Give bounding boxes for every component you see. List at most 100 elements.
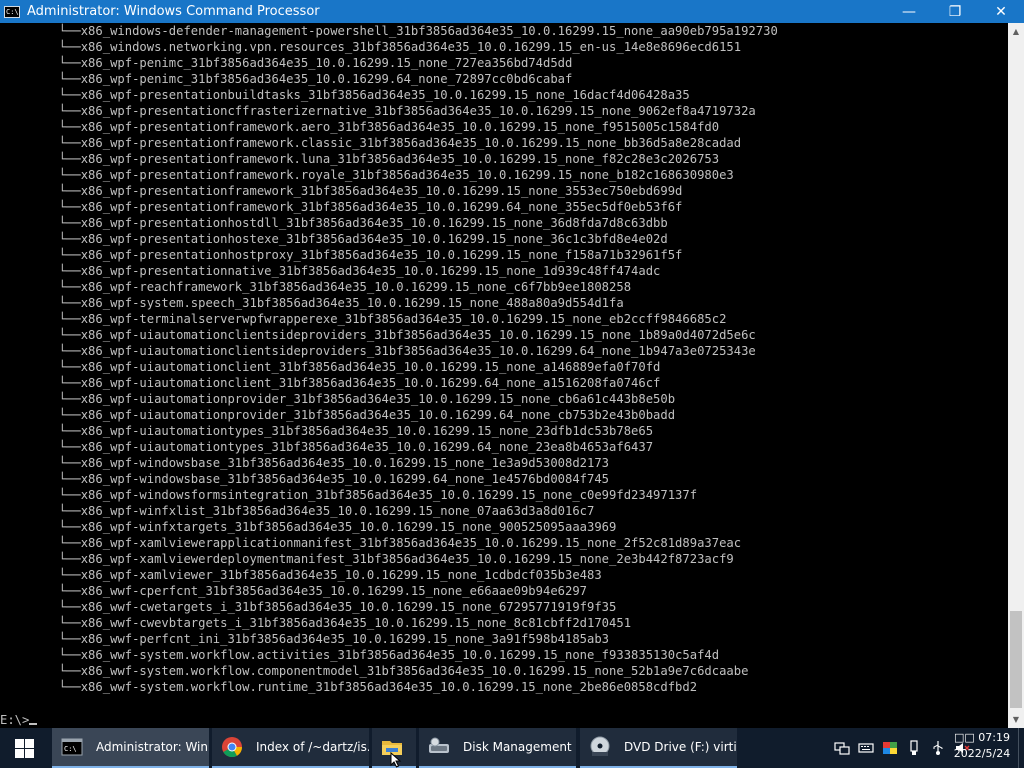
console-line-text: x86_wpf-presentationnative_31bf3856ad364… [80, 264, 661, 278]
console-line-text: x86_wwf-system.workflow.activities_31bf3… [80, 648, 720, 662]
console-line: └──x86_wwf-cperfcnt_31bf3856ad364e35_10.… [0, 583, 1008, 599]
console-line-text: x86_wpf-windowsbase_31bf3856ad364e35_10.… [80, 472, 610, 486]
console-line: └──x86_windows.networking.vpn.resources_… [0, 39, 1008, 55]
tree-prefix: └── [0, 88, 81, 102]
tree-prefix: └── [0, 440, 81, 454]
tree-prefix: └── [0, 392, 81, 406]
tree-prefix: └── [0, 40, 81, 54]
tree-prefix: └── [0, 24, 81, 38]
cmd-app-icon: C:\ [4, 5, 20, 18]
console-line: └──x86_wpf-presentationframework_31bf385… [0, 199, 1008, 215]
console-line: └──x86_wpf-xamlviewerapplicationmanifest… [0, 535, 1008, 551]
tree-prefix: └── [0, 408, 81, 422]
disk-management-icon [429, 737, 449, 753]
console-line: └──x86_wpf-presentationframework.aero_31… [0, 119, 1008, 135]
maximize-button[interactable]: ❐ [932, 0, 978, 23]
minimize-button[interactable]: — [886, 0, 932, 23]
console-line-text: x86_wpf-presentationhostproxy_31bf3856ad… [80, 248, 683, 262]
tree-prefix: └── [0, 56, 81, 70]
text-cursor [29, 723, 38, 725]
console-line: └──x86_wpf-presentationhostdll_31bf3856a… [0, 215, 1008, 231]
console-line-text: x86_wpf-windowsformsintegration_31bf3856… [80, 488, 698, 502]
keyboard-icon[interactable] [858, 740, 874, 756]
scroll-up-arrow-icon[interactable]: ▲ [1008, 23, 1024, 40]
tree-prefix: └── [0, 584, 81, 598]
usb-device-icon[interactable] [930, 740, 946, 756]
console-line: └──x86_wpf-presentationframework.classic… [0, 135, 1008, 151]
tree-prefix: └── [0, 616, 81, 630]
console-line: └──x86_wpf-winfxlist_31bf3856ad364e35_10… [0, 503, 1008, 519]
tree-prefix: └── [0, 424, 81, 438]
console-line: └──x86_wpf-presentationframework_31bf385… [0, 183, 1008, 199]
dvd-drive-icon [590, 736, 610, 756]
scrollbar-thumb[interactable] [1010, 611, 1022, 708]
console-line-text: x86_wpf-uiautomationprovider_31bf3856ad3… [80, 408, 676, 422]
console-line-text: x86_wpf-uiautomationtypes_31bf3856ad364e… [80, 424, 654, 438]
console-line: └──x86_wpf-presentationnative_31bf3856ad… [0, 263, 1008, 279]
window-title: Administrator: Windows Command Processor [27, 4, 320, 19]
taskbar-item-label: Index of /~dartz/is... [256, 740, 369, 754]
system-clock[interactable]: □□ 07:19 2022/5/24 [950, 730, 1014, 762]
show-desktop-button[interactable] [1018, 728, 1024, 768]
tree-prefix: └── [0, 72, 81, 86]
console-line: └──x86_wpf-windowsbase_31bf3856ad364e35_… [0, 471, 1008, 487]
tree-prefix: └── [0, 344, 81, 358]
console-line-text: x86_wpf-uiautomationclientsideproviders_… [80, 344, 756, 358]
console-line: └──x86_wpf-presentationbuildtasks_31bf38… [0, 87, 1008, 103]
console-line: └──x86_wpf-penimc_31bf3856ad364e35_10.0.… [0, 55, 1008, 71]
console-line-text: x86_wpf-xamlviewerapplicationmanifest_31… [80, 536, 742, 550]
tree-prefix: └── [0, 456, 81, 470]
console-line: └──x86_wpf-presentationframework.luna_31… [0, 151, 1008, 167]
tree-prefix: └── [0, 264, 81, 278]
tree-prefix: └── [0, 296, 81, 310]
taskbar-item-disk-management[interactable]: Disk Management [419, 728, 576, 768]
taskbar-item-dvd-drive[interactable]: DVD Drive (F:) virtio... [580, 728, 737, 768]
console-line: └──x86_wwf-cwevbtargets_i_31bf3856ad364e… [0, 615, 1008, 631]
prompt-text: E:\> [0, 713, 30, 727]
tree-prefix: └── [0, 648, 81, 662]
tree-prefix: └── [0, 568, 81, 582]
console-line-text: x86_wpf-uiautomationclientsideproviders_… [80, 328, 756, 342]
console-line: └──x86_wpf-presentationcffrasterizernati… [0, 103, 1008, 119]
taskbar-item-label: DVD Drive (F:) virtio... [624, 740, 737, 754]
console-line-text: x86_wpf-terminalserverwpfwrapperexe_31bf… [80, 312, 727, 326]
console-line: └──x86_wwf-system.workflow.activities_31… [0, 647, 1008, 663]
clock-time: □□ 07:19 [954, 731, 1010, 744]
console-line-text: x86_wwf-perfcnt_ini_31bf3856ad364e35_10.… [80, 632, 610, 646]
console-line: └──x86_wwf-perfcnt_ini_31bf3856ad364e35_… [0, 631, 1008, 647]
taskbar-item-chrome[interactable]: Index of /~dartz/is... [212, 728, 369, 768]
tree-prefix: └── [0, 152, 81, 166]
tree-prefix: └── [0, 520, 81, 534]
start-button[interactable] [0, 728, 48, 768]
usb-icon[interactable] [906, 740, 922, 756]
network-icon[interactable] [834, 740, 850, 756]
command-prompt[interactable]: E:\> [0, 712, 38, 728]
taskbar-item-label: Administrator: Win... [96, 740, 209, 754]
console-line-text: x86_wpf-presentationframework.aero_31bf3… [80, 120, 720, 134]
console-line-text: x86_wpf-system.speech_31bf3856ad364e35_1… [80, 296, 624, 310]
console-line-text: x86_wpf-winfxtargets_31bf3856ad364e35_10… [80, 520, 617, 534]
console-line-text: x86_wpf-xamlviewerdeploymentmanifest_31b… [80, 552, 734, 566]
console-line: └──x86_wpf-xamlviewerdeploymentmanifest_… [0, 551, 1008, 567]
close-button[interactable]: ✕ [978, 0, 1024, 23]
console-line: └──x86_windows-defender-management-power… [0, 23, 1008, 39]
console-line-text: x86_windows-defender-management-powershe… [80, 24, 778, 38]
tree-prefix: └── [0, 552, 81, 566]
tree-prefix: └── [0, 488, 81, 502]
console-line: └──x86_wpf-uiautomationprovider_31bf3856… [0, 391, 1008, 407]
color-icon[interactable] [882, 740, 898, 756]
console-line-text: x86_wpf-reachframework_31bf3856ad364e35_… [80, 280, 632, 294]
taskbar-item-cmd[interactable]: C:\ Administrator: Win... [52, 728, 209, 768]
console-line: └──x86_wpf-terminalserverwpfwrapperexe_3… [0, 311, 1008, 327]
console-line-text: x86_wpf-presentationhostdll_31bf3856ad36… [80, 216, 668, 230]
console-line-text: x86_wpf-uiautomationclient_31bf3856ad364… [80, 376, 661, 390]
chrome-icon [222, 737, 243, 758]
console-line-text: x86_wwf-cwevbtargets_i_31bf3856ad364e35_… [80, 616, 632, 630]
vertical-scrollbar[interactable]: ▲ ▼ [1008, 23, 1024, 728]
console-output[interactable]: └──x86_windows-defender-management-power… [0, 23, 1008, 728]
window-titlebar[interactable]: C:\ Administrator: Windows Command Proce… [0, 0, 1024, 23]
tree-prefix: └── [0, 360, 81, 374]
console-line: └──x86_wpf-uiautomationtypes_31bf3856ad3… [0, 439, 1008, 455]
scroll-down-arrow-icon[interactable]: ▼ [1008, 711, 1024, 728]
console-line-text: x86_wpf-presentationhostexe_31bf3856ad36… [80, 232, 668, 246]
